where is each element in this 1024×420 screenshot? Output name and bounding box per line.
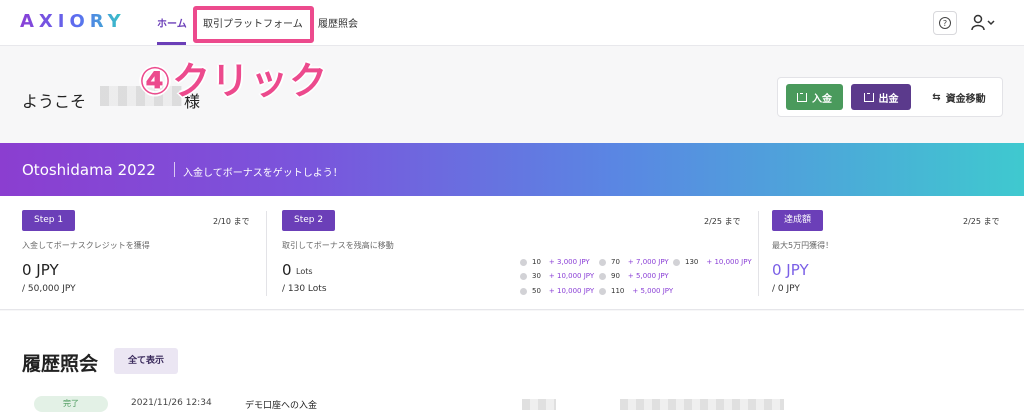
step2-target: / 130 Lots (282, 284, 327, 294)
achieved-description: 最大5万円獲得！ (772, 241, 834, 250)
bonus-tier: 90 + 5,000 JPY (599, 272, 669, 280)
history-row-description: デモ口座への入金 (245, 401, 318, 411)
deposit-button[interactable]: 入金 (786, 84, 843, 110)
bonus-tier: 50 + 10,000 JPY (520, 287, 594, 295)
greeting-prefix: ようこそ (22, 92, 87, 111)
help-button[interactable]: ? (933, 11, 957, 35)
achieved-value: 0 JPY (772, 261, 809, 279)
show-all-button[interactable]: 全て表示 (114, 348, 178, 374)
funds-action-card: 入金 出金 ⇆ 資金移動 (777, 77, 1003, 117)
top-header (0, 0, 1024, 46)
history-row-datetime: 2021/11/26 12:34 (131, 398, 212, 408)
step2-value-unit: Lots (296, 267, 313, 276)
nav-active-indicator (157, 42, 186, 45)
deposit-label: 入金 (812, 93, 832, 105)
banner-title: Otoshidama 2022 (22, 161, 156, 179)
steps-section (0, 196, 1024, 310)
step1-due: 2/10 まで (213, 217, 250, 226)
nav-home[interactable]: ホーム (157, 15, 187, 30)
achieved-target: / 0 JPY (772, 284, 800, 294)
upload-icon (863, 92, 874, 102)
redacted-account (620, 399, 784, 410)
banner-subtitle: 入金してボーナスをゲットしよう！ (183, 168, 343, 179)
banner-divider (174, 162, 175, 177)
achieved-badge: 達成額 (772, 210, 824, 231)
bonus-tier: 10 + 3,000 JPY (520, 258, 590, 266)
withdraw-button[interactable]: 出金 (851, 84, 911, 110)
step1-description: 入金してボーナスクレジットを獲得 (22, 241, 150, 250)
withdraw-label: 出金 (878, 93, 899, 105)
axiory-logo[interactable]: AXIORY (20, 11, 126, 32)
step2-description: 取引してボーナスを残高に移動 (282, 241, 394, 250)
bonus-tier: 70 + 7,000 JPY (599, 258, 669, 266)
step-divider (266, 211, 267, 296)
step1-target: / 50,000 JPY (22, 284, 76, 294)
achieved-due: 2/25 まで (963, 217, 1000, 226)
transfer-arrows-icon: ⇆ (932, 91, 941, 103)
step-divider (758, 211, 759, 296)
step2-value: 0 (282, 261, 292, 279)
download-icon (797, 92, 807, 102)
annotation-step4-click: ④クリック (139, 59, 329, 103)
step2-badge: Step 2 (282, 210, 336, 231)
nav-history[interactable]: 履歴照会 (318, 15, 358, 30)
step2-due: 2/25 まで (704, 217, 741, 226)
user-icon (971, 14, 995, 31)
step1-value: 0 JPY (22, 261, 59, 279)
annotation-highlight-box (193, 6, 314, 43)
history-title: 履歴照会 (22, 353, 99, 375)
transfer-button[interactable]: ⇆ 資金移動 (919, 84, 999, 110)
bonus-tier: 130 + 10,000 JPY (673, 258, 752, 266)
bonus-tier: 110 + 5,000 JPY (599, 287, 673, 295)
bonus-tier: 30 + 10,000 JPY (520, 272, 594, 280)
help-icon: ? (939, 17, 951, 29)
status-badge: 完了 (34, 396, 108, 412)
transfer-label: 資金移動 (945, 93, 986, 105)
redacted-amount (522, 399, 556, 410)
step1-badge: Step 1 (22, 210, 76, 231)
user-menu-button[interactable] (970, 12, 998, 34)
